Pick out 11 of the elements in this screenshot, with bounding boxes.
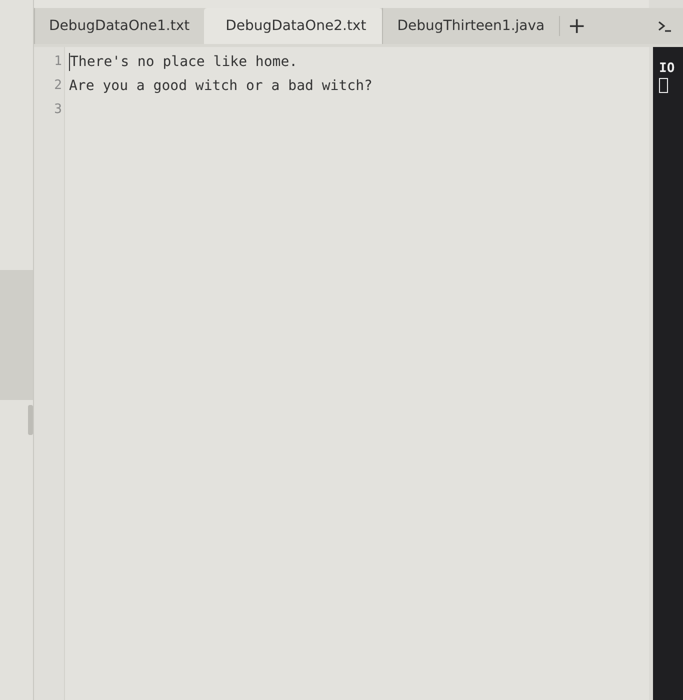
new-tab-button[interactable]: + xyxy=(560,8,594,44)
line-number: 1 xyxy=(53,53,63,71)
cursor-icon xyxy=(659,78,668,93)
terminal-icon[interactable] xyxy=(657,19,671,33)
code-line: There's no place like home. xyxy=(70,53,298,72)
line-number: 3 xyxy=(53,101,63,119)
file-tab[interactable]: DebugDataOne2.txt xyxy=(204,8,382,44)
resize-handle[interactable] xyxy=(28,405,33,435)
io-label: IO xyxy=(659,61,675,76)
code-line: Are you a good witch or a bad witch? xyxy=(69,77,372,96)
line-number: 2 xyxy=(53,77,63,95)
